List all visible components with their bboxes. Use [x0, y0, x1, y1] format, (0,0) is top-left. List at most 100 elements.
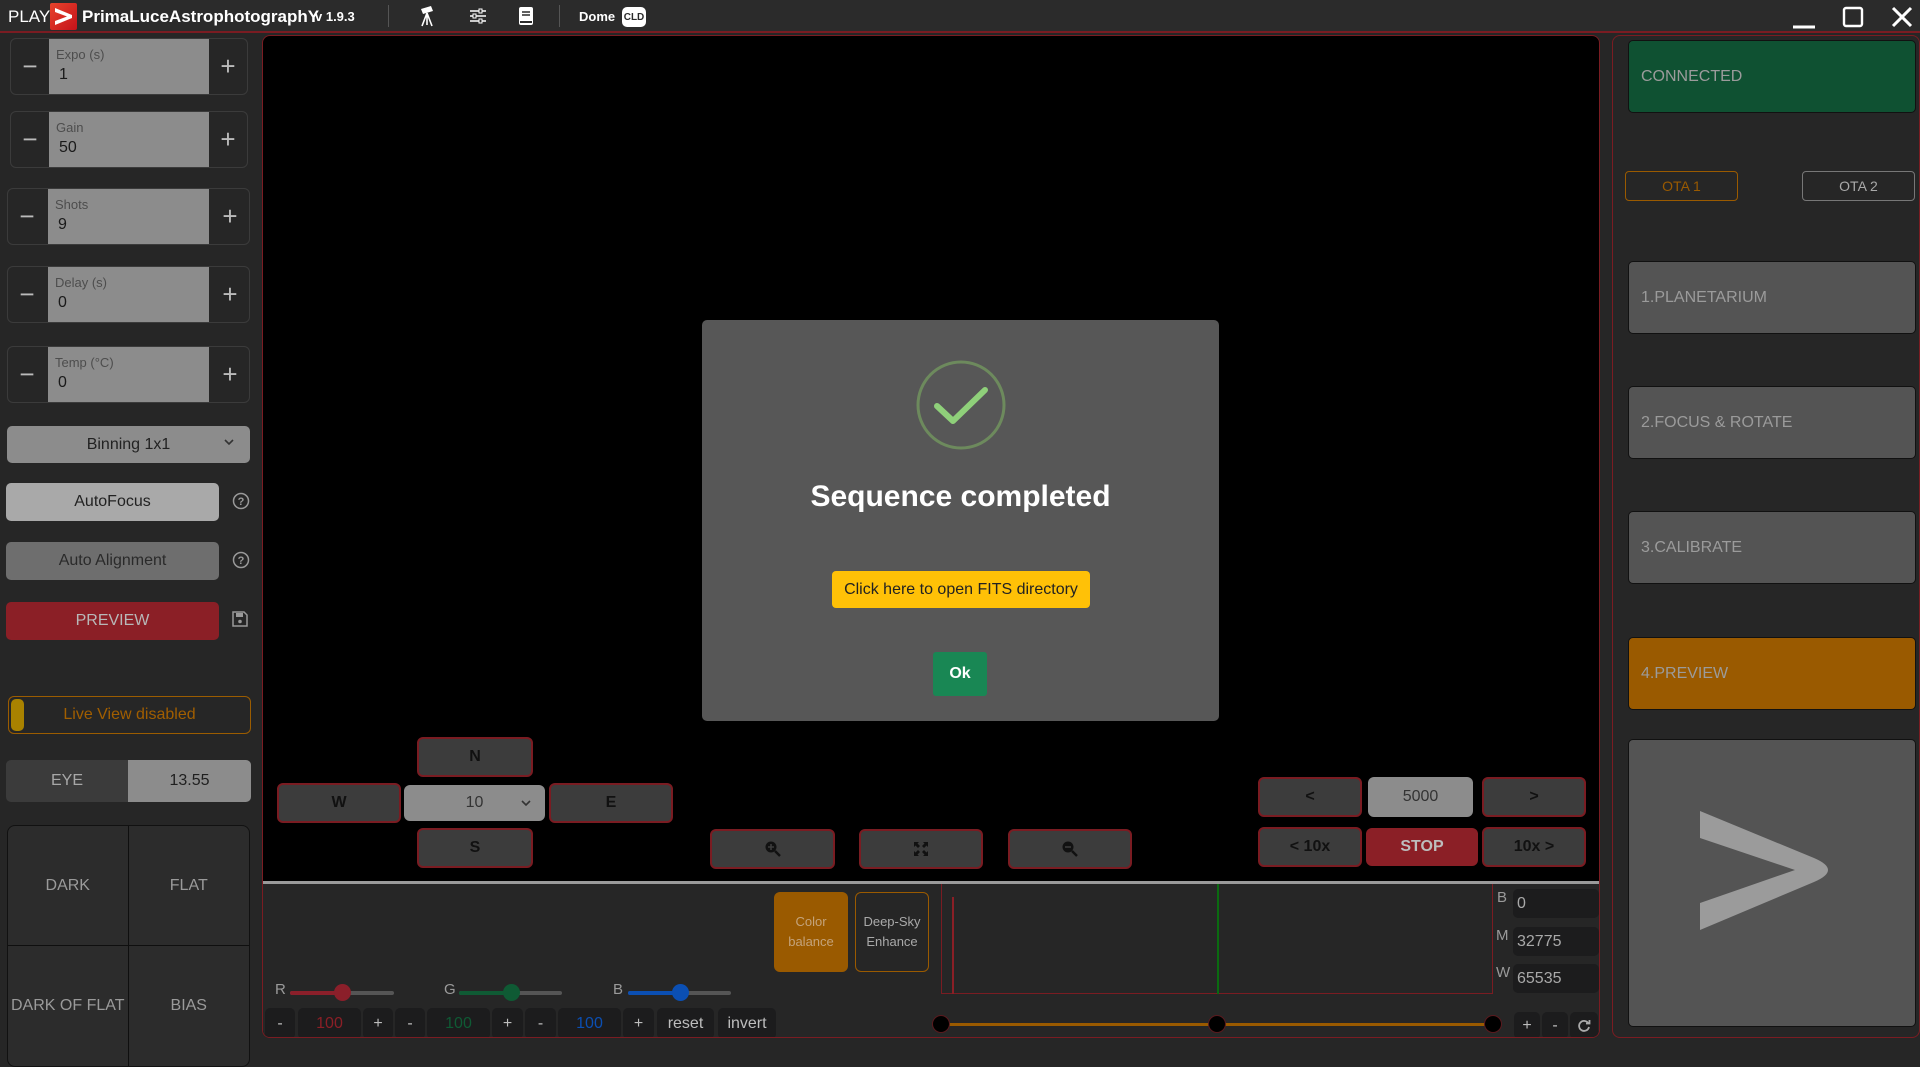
live-view-toggle[interactable]: Live View disabled: [8, 696, 251, 734]
preview-button[interactable]: PREVIEW: [6, 602, 219, 640]
connection-status[interactable]: CONNECTED: [1628, 40, 1916, 113]
expo-field[interactable]: Expo (s) 1: [49, 39, 209, 94]
stretch-plus-button[interactable]: +: [1514, 1012, 1540, 1037]
north-button[interactable]: N: [417, 737, 533, 777]
cld-badge[interactable]: CLD: [622, 7, 646, 27]
levels-black-handle[interactable]: [932, 1015, 950, 1033]
color-balance-button[interactable]: Color balance: [774, 892, 848, 972]
b-decrement-button[interactable]: -: [525, 1008, 556, 1037]
live-view-label: Live View disabled: [63, 706, 196, 723]
step-calibrate-button[interactable]: 3.CALIBRATE: [1628, 511, 1916, 584]
gain-label: Gain: [56, 120, 84, 135]
close-icon[interactable]: [1882, 2, 1920, 32]
white-point-field[interactable]: 65535: [1513, 964, 1599, 993]
eye-label[interactable]: EYE: [6, 760, 128, 802]
flat-button[interactable]: FLAT: [128, 826, 249, 946]
temp-increment-button[interactable]: +: [211, 347, 249, 402]
delay-increment-button[interactable]: +: [211, 267, 249, 322]
fit-screen-button[interactable]: [859, 829, 983, 869]
histogram-black-marker: [952, 897, 954, 994]
focuser-back-10x-button[interactable]: < 10x: [1258, 827, 1362, 867]
mid-point-label: M: [1496, 927, 1509, 944]
start-sequence-button[interactable]: [1628, 739, 1916, 1027]
zoom-out-button[interactable]: [1008, 829, 1132, 869]
zoom-in-button[interactable]: [710, 829, 835, 869]
ota1-tab[interactable]: OTA 1: [1625, 171, 1738, 201]
b-slider-handle[interactable]: [671, 984, 689, 1001]
shots-increment-button[interactable]: +: [211, 189, 249, 244]
dark-of-flat-button[interactable]: DARK OF FLAT: [8, 946, 129, 1066]
temp-stepper: − Temp (°C) 0 +: [7, 346, 250, 403]
black-point-label: B: [1497, 889, 1508, 906]
autofocus-button[interactable]: AutoFocus: [6, 483, 219, 521]
shots-field[interactable]: Shots 9: [48, 189, 209, 244]
gain-increment-button[interactable]: +: [209, 112, 247, 167]
temp-value: 0: [58, 374, 67, 391]
bias-button[interactable]: BIAS: [129, 946, 250, 1066]
step-planetarium-button[interactable]: 1.PLANETARIUM: [1628, 261, 1916, 334]
save-icon[interactable]: [232, 611, 250, 629]
book-icon[interactable]: [514, 4, 538, 28]
help-icon[interactable]: ?: [232, 551, 250, 569]
reset-button[interactable]: reset: [657, 1008, 714, 1037]
focuser-forward-button[interactable]: >: [1482, 777, 1586, 817]
right-panel: CONNECTED OTA 1 OTA 2 1.PLANETARIUM 2.FO…: [1612, 35, 1920, 1038]
chevron-down-icon: [222, 435, 236, 454]
ota2-tab[interactable]: OTA 2: [1802, 171, 1915, 201]
separator: [388, 5, 389, 27]
delay-decrement-button[interactable]: −: [8, 267, 46, 322]
guide-step-select[interactable]: 10: [404, 785, 545, 821]
stretch-minus-button[interactable]: -: [1542, 1012, 1568, 1037]
levels-mid-handle[interactable]: [1208, 1015, 1226, 1033]
east-button[interactable]: E: [549, 783, 673, 823]
expo-decrement-button[interactable]: −: [11, 39, 49, 94]
g-value-field[interactable]: 100: [427, 1008, 490, 1037]
r-value-field[interactable]: 100: [298, 1008, 361, 1037]
dark-button[interactable]: DARK: [8, 826, 129, 946]
success-check-icon: [916, 360, 1006, 455]
b-value-field[interactable]: 100: [558, 1008, 621, 1037]
focuser-forward-10x-button[interactable]: 10x >: [1482, 827, 1586, 867]
sliders-icon[interactable]: [466, 4, 490, 28]
gain-field[interactable]: Gain 50: [49, 112, 209, 167]
focuser-stop-button[interactable]: STOP: [1366, 828, 1478, 866]
delay-stepper: − Delay (s) 0 +: [7, 266, 250, 323]
ok-button[interactable]: Ok: [933, 652, 987, 696]
r-slider-handle[interactable]: [334, 984, 351, 1001]
shots-decrement-button[interactable]: −: [8, 189, 46, 244]
focuser-steps-field[interactable]: 5000: [1368, 777, 1473, 817]
mid-point-field[interactable]: 32775: [1513, 927, 1599, 956]
deep-sky-enhance-button[interactable]: Deep-Sky Enhance: [855, 892, 929, 972]
telescope-icon[interactable]: [416, 4, 440, 28]
step-preview-button[interactable]: 4.PREVIEW: [1628, 637, 1916, 710]
focuser-back-button[interactable]: <: [1258, 777, 1362, 817]
temp-field[interactable]: Temp (°C) 0: [48, 347, 209, 402]
g-decrement-button[interactable]: -: [395, 1008, 425, 1037]
r-increment-button[interactable]: +: [363, 1008, 393, 1037]
invert-button[interactable]: invert: [718, 1008, 776, 1037]
b-increment-button[interactable]: +: [623, 1008, 654, 1037]
south-button[interactable]: S: [417, 828, 533, 868]
minimize-icon[interactable]: [1784, 2, 1824, 32]
maximize-icon[interactable]: [1833, 2, 1873, 32]
auto-alignment-button[interactable]: Auto Alignment: [6, 542, 219, 580]
open-fits-directory-button[interactable]: Click here to open FITS directory: [832, 571, 1090, 608]
r-decrement-button[interactable]: -: [265, 1008, 295, 1037]
west-button[interactable]: W: [277, 783, 401, 823]
g-slider-handle[interactable]: [502, 984, 520, 1001]
temp-decrement-button[interactable]: −: [8, 347, 46, 402]
calibration-grid: DARK FLAT DARK OF FLAT BIAS: [7, 825, 250, 1067]
delay-field[interactable]: Delay (s) 0: [48, 267, 209, 322]
expo-increment-button[interactable]: +: [209, 39, 247, 94]
refresh-icon: [1578, 1019, 1591, 1032]
dome-label[interactable]: Dome: [579, 0, 615, 33]
levels-white-handle[interactable]: [1484, 1015, 1502, 1033]
refresh-button[interactable]: [1570, 1012, 1598, 1037]
gain-decrement-button[interactable]: −: [11, 112, 49, 167]
binning-select[interactable]: Binning 1x1: [7, 426, 250, 463]
g-increment-button[interactable]: +: [492, 1008, 523, 1037]
black-point-field[interactable]: 0: [1513, 889, 1599, 918]
help-icon[interactable]: ?: [232, 492, 250, 510]
shots-label: Shots: [55, 197, 89, 212]
step-focus-rotate-button[interactable]: 2.FOCUS & ROTATE: [1628, 386, 1916, 459]
